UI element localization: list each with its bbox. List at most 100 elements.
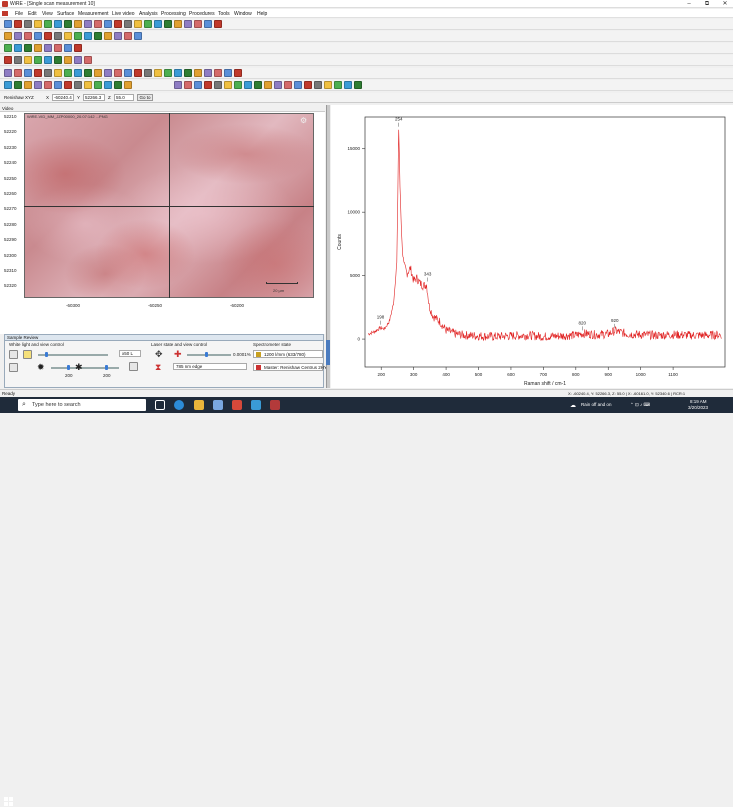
toolbar-button-icon[interactable] <box>44 20 52 28</box>
task-view-icon[interactable] <box>155 400 165 410</box>
toolbar-button-icon[interactable] <box>194 69 202 77</box>
toolbar-button-icon[interactable] <box>64 69 72 77</box>
toolbar-button-icon[interactable] <box>184 81 192 89</box>
toolbar-button-icon[interactable] <box>104 20 112 28</box>
toolbar-button-icon[interactable] <box>214 69 222 77</box>
toolbar-button-icon[interactable] <box>34 20 42 28</box>
windows-start-icon[interactable] <box>4 797 14 807</box>
toolbar-button-icon[interactable] <box>24 69 32 77</box>
contrast-knob[interactable] <box>67 365 70 370</box>
toolbar-button-icon[interactable] <box>44 81 52 89</box>
toolbar-button-icon[interactable] <box>64 32 72 40</box>
toolbar-button-icon[interactable] <box>94 32 102 40</box>
toolbar-button-icon[interactable] <box>74 32 82 40</box>
toolbar-button-icon[interactable] <box>14 20 22 28</box>
laser-select[interactable]: 785 nm edge <box>173 363 247 370</box>
toolbar-button-icon[interactable] <box>54 81 62 89</box>
toolbar-button-icon[interactable] <box>184 69 192 77</box>
toolbar-button-icon[interactable] <box>94 81 102 89</box>
toolbar-button-icon[interactable] <box>84 69 92 77</box>
toolbar-button-icon[interactable] <box>4 81 12 89</box>
toolbar-button-icon[interactable] <box>94 20 102 28</box>
toolbar-button-icon[interactable] <box>214 81 222 89</box>
toolbar-button-icon[interactable] <box>354 81 362 89</box>
objective-icon[interactable] <box>129 362 138 371</box>
toolbar-button-icon[interactable] <box>204 81 212 89</box>
toolbar-button-icon[interactable] <box>164 69 172 77</box>
menu-view[interactable]: View <box>42 11 53 17</box>
clock-date[interactable]: 3/20/2023 <box>688 405 708 410</box>
toolbar-button-icon[interactable] <box>24 32 32 40</box>
toolbar-button-icon[interactable] <box>104 32 112 40</box>
go-to-button[interactable]: Go to <box>137 94 153 101</box>
menu-edit[interactable]: Edit <box>28 11 37 17</box>
laser-power-slider[interactable] <box>187 354 231 356</box>
toolbar-button-icon[interactable] <box>44 32 52 40</box>
menu-live-video[interactable]: Live video <box>112 11 135 17</box>
menu-help[interactable]: Help <box>257 11 267 17</box>
menu-processing[interactable]: Processing <box>161 11 186 17</box>
laser-shutter-icon[interactable]: ⧗ <box>155 362 161 373</box>
menu-procedures[interactable]: Procedures <box>189 11 215 17</box>
toolbar-button-icon[interactable] <box>54 20 62 28</box>
menu-surface[interactable]: Surface <box>57 11 74 17</box>
toolbar-button-icon[interactable] <box>284 81 292 89</box>
toolbar-button-icon[interactable] <box>14 44 22 52</box>
wire-taskbar-icon[interactable] <box>270 400 280 410</box>
toolbar-button-icon[interactable] <box>44 56 52 64</box>
toolbar-button-icon[interactable] <box>4 32 12 40</box>
minimize-button[interactable]: – <box>682 0 696 8</box>
toolbar-button-icon[interactable] <box>234 69 242 77</box>
x-field[interactable]: -60240.4 <box>52 94 74 101</box>
menu-tools[interactable]: Tools <box>218 11 230 17</box>
brightness-slider[interactable] <box>38 354 108 356</box>
toolbar-button-icon[interactable] <box>144 69 152 77</box>
tray-icons[interactable]: ⌃ ⊡ ♪ ⌨ <box>630 402 650 408</box>
toolbar-button-icon[interactable] <box>164 20 172 28</box>
weather-text[interactable]: Rain off and on <box>581 402 611 407</box>
taskbar-search[interactable]: ⌕ Type here to search <box>18 399 146 411</box>
toolbar-button-icon[interactable] <box>114 20 122 28</box>
store-icon[interactable] <box>213 400 223 410</box>
toolbar-button-icon[interactable] <box>84 56 92 64</box>
toolbar-button-icon[interactable] <box>154 69 162 77</box>
toolbar-button-icon[interactable] <box>44 44 52 52</box>
toolbar-button-icon[interactable] <box>4 69 12 77</box>
light-bulb-icon[interactable] <box>23 350 32 359</box>
toolbar-button-icon[interactable] <box>74 69 82 77</box>
toolbar-button-icon[interactable] <box>24 81 32 89</box>
toolbar-button-icon[interactable] <box>214 20 222 28</box>
z-field[interactable]: 55.0 <box>114 94 134 101</box>
toolbar-button-icon[interactable] <box>84 20 92 28</box>
toolbar-button-icon[interactable] <box>124 32 132 40</box>
toolbar-button-icon[interactable] <box>34 44 42 52</box>
toolbar-button-icon[interactable] <box>154 20 162 28</box>
toolbar-button-icon[interactable] <box>4 20 12 28</box>
gain-knob[interactable] <box>105 365 108 370</box>
toolbar-button-icon[interactable] <box>324 81 332 89</box>
file-explorer-icon[interactable] <box>194 400 204 410</box>
toolbar-button-icon[interactable] <box>304 81 312 89</box>
toolbar-button-icon[interactable] <box>124 81 132 89</box>
laser-move-icon[interactable]: ✥ <box>155 349 163 360</box>
toolbar-button-icon[interactable] <box>204 20 212 28</box>
edge-icon[interactable] <box>174 400 184 410</box>
toolbar-button-icon[interactable] <box>4 56 12 64</box>
toolbar-button-icon[interactable] <box>234 81 242 89</box>
toolbar-button-icon[interactable] <box>24 20 32 28</box>
toolbar-button-icon[interactable] <box>134 32 142 40</box>
toolbar-button-icon[interactable] <box>114 69 122 77</box>
toolbar-button-icon[interactable] <box>224 81 232 89</box>
toolbar-button-icon[interactable] <box>54 69 62 77</box>
toolbar-button-icon[interactable] <box>134 69 142 77</box>
toolbar-button-icon[interactable] <box>314 81 322 89</box>
toolbar-button-icon[interactable] <box>184 20 192 28</box>
brightness-knob[interactable] <box>45 352 48 357</box>
laser-power-knob[interactable] <box>205 352 208 357</box>
y-field[interactable]: 52266.3 <box>83 94 105 101</box>
camera-icon[interactable] <box>9 350 18 359</box>
toolbar-button-icon[interactable] <box>24 56 32 64</box>
toolbar-button-icon[interactable] <box>24 44 32 52</box>
toolbar-button-icon[interactable] <box>194 20 202 28</box>
toolbar-button-icon[interactable] <box>124 69 132 77</box>
